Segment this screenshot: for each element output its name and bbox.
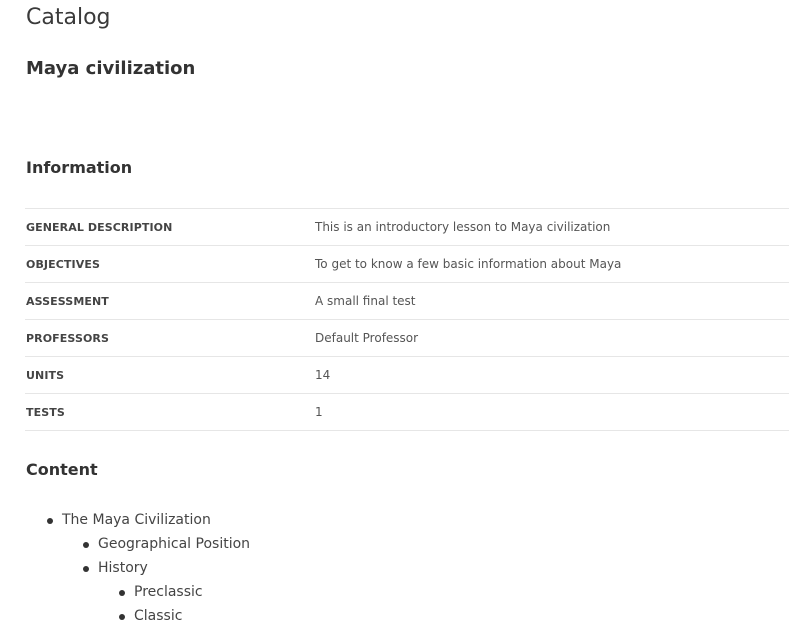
content-item-preclassic[interactable]: Preclassic bbox=[26, 580, 250, 604]
info-value: Default Professor bbox=[315, 331, 419, 345]
info-value: 14 bbox=[315, 368, 331, 382]
info-value: 1 bbox=[315, 405, 323, 419]
info-value: A small final test bbox=[315, 294, 416, 308]
info-label: TESTS bbox=[26, 405, 65, 419]
content-item-label[interactable]: Preclassic bbox=[134, 584, 203, 600]
bullet-icon bbox=[83, 566, 89, 572]
bullet-icon bbox=[119, 590, 125, 596]
content-heading: Content bbox=[26, 460, 98, 479]
info-label: ASSESSMENT bbox=[26, 294, 109, 308]
bullet-icon bbox=[119, 614, 125, 620]
information-heading: Information bbox=[26, 158, 133, 177]
content-tree: The Maya Civilization Geographical Posit… bbox=[26, 508, 250, 628]
info-row-general-description: GENERAL DESCRIPTION This is an introduct… bbox=[25, 208, 789, 246]
bullet-icon bbox=[83, 542, 89, 548]
info-row-objectives: OBJECTIVES To get to know a few basic in… bbox=[25, 245, 789, 283]
content-item-label[interactable]: Classic bbox=[134, 608, 182, 624]
course-title: Maya civilization bbox=[26, 58, 196, 79]
content-item-history[interactable]: History bbox=[26, 556, 250, 580]
content-item-label[interactable]: The Maya Civilization bbox=[62, 512, 211, 528]
info-label: GENERAL DESCRIPTION bbox=[26, 220, 173, 234]
content-item-geographical-position[interactable]: Geographical Position bbox=[26, 532, 250, 556]
info-row-professors: PROFESSORS Default Professor bbox=[25, 319, 789, 357]
bullet-icon bbox=[47, 518, 53, 524]
info-row-units: UNITS 14 bbox=[25, 356, 789, 394]
info-label: UNITS bbox=[26, 368, 65, 382]
info-value: This is an introductory lesson to Maya c… bbox=[315, 220, 611, 234]
content-item-label[interactable]: History bbox=[98, 560, 148, 576]
content-item-the-maya-civilization[interactable]: The Maya Civilization bbox=[26, 508, 250, 532]
info-value: To get to know a few basic information a… bbox=[315, 257, 622, 271]
content-item-label[interactable]: Geographical Position bbox=[98, 536, 250, 552]
info-row-tests: TESTS 1 bbox=[25, 393, 789, 431]
information-table: GENERAL DESCRIPTION This is an introduct… bbox=[25, 208, 789, 431]
info-label: PROFESSORS bbox=[26, 331, 110, 345]
info-row-assessment: ASSESSMENT A small final test bbox=[25, 282, 789, 320]
page-title: Catalog bbox=[26, 5, 111, 30]
info-label: OBJECTIVES bbox=[26, 257, 100, 271]
content-item-classic[interactable]: Classic bbox=[26, 604, 250, 628]
